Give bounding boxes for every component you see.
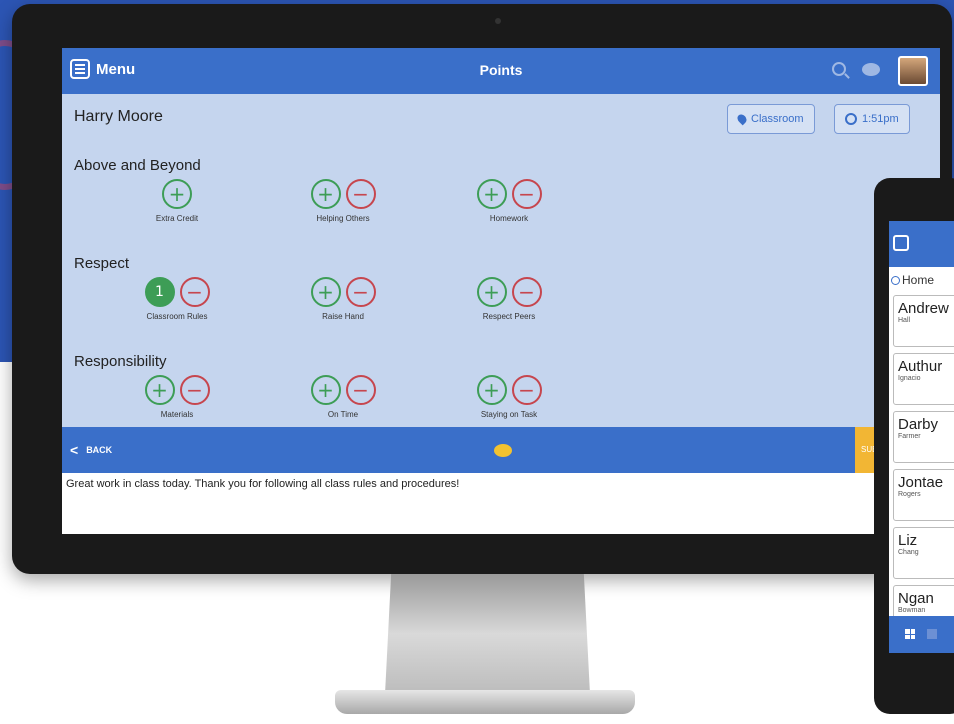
student-card[interactable]: Andrew Hall	[893, 295, 954, 347]
tablet-home-label: Home	[902, 273, 935, 287]
category-heading: Above and Beyond	[74, 157, 201, 174]
behavior-item: 1− Classroom Rules	[92, 277, 262, 327]
tablet-bottom-bar	[889, 616, 954, 653]
back-button[interactable]: < BACK	[70, 442, 112, 458]
behavior-item: + − Materials	[92, 375, 262, 425]
student-card[interactable]: Jontae Rogers	[893, 469, 954, 521]
list-view-icon[interactable]	[927, 629, 937, 639]
minus-icon[interactable]: −	[179, 375, 210, 405]
category-heading: Respect	[74, 255, 130, 272]
student-first-name: Ngan	[898, 590, 934, 607]
student-last-name: Farmer	[898, 433, 921, 440]
time-label: 1:51pm	[862, 113, 899, 125]
tablet-top-bar	[889, 221, 954, 267]
student-first-name: Andrew	[898, 300, 949, 317]
student-card[interactable]: Darby Farmer	[893, 411, 954, 463]
chat-icon[interactable]	[862, 63, 880, 76]
student-card[interactable]: Liz Chang	[893, 527, 954, 579]
student-last-name: Chang	[898, 549, 919, 556]
minus-icon[interactable]: −	[345, 375, 376, 405]
category-heading: Responsibility	[74, 353, 167, 370]
minus-icon[interactable]: −	[511, 179, 542, 209]
plus-icon[interactable]: +	[310, 277, 341, 307]
behavior-label: Helping Others	[316, 214, 370, 223]
tablet-home-link[interactable]: Home	[891, 273, 934, 287]
location-pin-icon	[735, 112, 749, 126]
behavior-label: Raise Hand	[322, 312, 364, 321]
back-label: BACK	[86, 445, 113, 455]
behavior-label: Respect Peers	[482, 312, 536, 321]
plus-icon[interactable]: +	[310, 179, 341, 209]
plus-icon[interactable]: +	[476, 277, 507, 307]
search-icon[interactable]	[832, 62, 846, 76]
student-last-name: Ignacio	[898, 375, 921, 382]
time-button[interactable]: 1:51pm	[834, 104, 910, 134]
bottom-bar: < BACK SUB	[62, 427, 940, 473]
student-last-name: Rogers	[898, 491, 921, 498]
tablet-device: Home Andrew Hall Authur Ignacio Darby Farmer J…	[874, 178, 954, 714]
back-chevron-icon: <	[70, 442, 79, 458]
student-last-name: Hall	[898, 317, 911, 324]
student-card[interactable]: Authur Ignacio	[893, 353, 954, 405]
student-first-name: Darby	[898, 416, 939, 433]
location-button[interactable]: Classroom	[727, 104, 815, 134]
home-icon	[891, 275, 900, 285]
page-title: Points	[479, 62, 523, 78]
monitor-base	[335, 690, 635, 714]
points-count-button[interactable]: 1	[144, 277, 175, 307]
monitor-stand	[385, 574, 590, 694]
student-first-name: Liz	[898, 532, 918, 549]
student-first-name: Authur	[898, 358, 943, 375]
plus-icon[interactable]: +	[476, 375, 507, 405]
student-name: Harry Moore	[74, 108, 163, 125]
plus-icon[interactable]: +	[310, 375, 341, 405]
comment-icon[interactable]	[494, 444, 512, 457]
minus-icon[interactable]: −	[179, 277, 210, 307]
desktop-monitor: Menu Points Harry Moore Classroom 1:51pm…	[12, 4, 952, 574]
comment-textarea[interactable]: Great work in class today. Thank you for…	[62, 473, 940, 534]
behavior-item: + − Helping Others	[258, 179, 428, 229]
grid-view-icon[interactable]	[905, 629, 915, 639]
top-bar: Menu Points	[62, 48, 940, 94]
minus-icon[interactable]: −	[511, 277, 542, 307]
menu-icon[interactable]	[893, 235, 909, 251]
minus-icon[interactable]: −	[511, 375, 542, 405]
behavior-label: Materials	[160, 410, 194, 419]
minus-icon[interactable]: −	[345, 179, 376, 209]
student-last-name: Bowman	[898, 607, 926, 614]
behavior-label: On Time	[327, 410, 359, 419]
minus-icon[interactable]: −	[345, 277, 376, 307]
plus-icon[interactable]: +	[144, 375, 175, 405]
plus-icon[interactable]: +	[476, 179, 507, 209]
plus-icon[interactable]: +	[162, 179, 192, 209]
clock-icon	[845, 113, 857, 125]
tablet-screen: Home Andrew Hall Authur Ignacio Darby Farmer J…	[889, 221, 954, 653]
avatar[interactable]	[898, 56, 928, 86]
behavior-item: + − Homework	[424, 179, 594, 229]
behavior-item: + − On Time	[258, 375, 428, 425]
behavior-label: Staying on Task	[480, 410, 538, 419]
behavior-item: + − Respect Peers	[424, 277, 594, 327]
behavior-item: + Extra Credit	[92, 179, 262, 229]
behavior-label: Classroom Rules	[146, 312, 208, 321]
student-first-name: Jontae	[898, 474, 944, 491]
behavior-label: Homework	[489, 214, 529, 223]
behavior-item: + − Raise Hand	[258, 277, 428, 327]
points-screen: Menu Points Harry Moore Classroom 1:51pm…	[62, 48, 940, 534]
behavior-item: + − Staying on Task	[424, 375, 594, 425]
behavior-label: Extra Credit	[155, 214, 199, 223]
location-label: Classroom	[751, 113, 804, 125]
camera-dot	[495, 18, 501, 24]
